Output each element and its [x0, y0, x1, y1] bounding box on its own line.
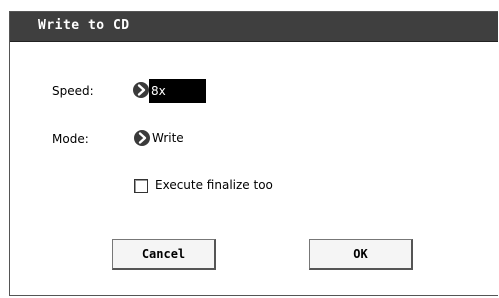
ok-button[interactable]: OK — [309, 239, 413, 270]
dialog-title: Write to CD — [38, 18, 130, 33]
speed-field[interactable]: 8x — [149, 79, 206, 103]
dialog-titlebar: Write to CD — [10, 12, 498, 42]
mode-popup-arrow-icon[interactable] — [134, 130, 150, 146]
speed-value: 8x — [151, 84, 166, 98]
cancel-button[interactable]: Cancel — [112, 239, 216, 270]
write-to-cd-dialog: Write to CD — [9, 11, 498, 296]
execute-finalize-checkbox[interactable] — [134, 179, 148, 193]
mode-value[interactable]: Write — [152, 131, 184, 145]
speed-label: Speed: — [52, 84, 94, 98]
execute-finalize-label: Execute finalize too — [155, 178, 273, 192]
speed-popup-arrow-icon[interactable] — [133, 82, 149, 98]
mode-label: Mode: — [52, 132, 89, 146]
